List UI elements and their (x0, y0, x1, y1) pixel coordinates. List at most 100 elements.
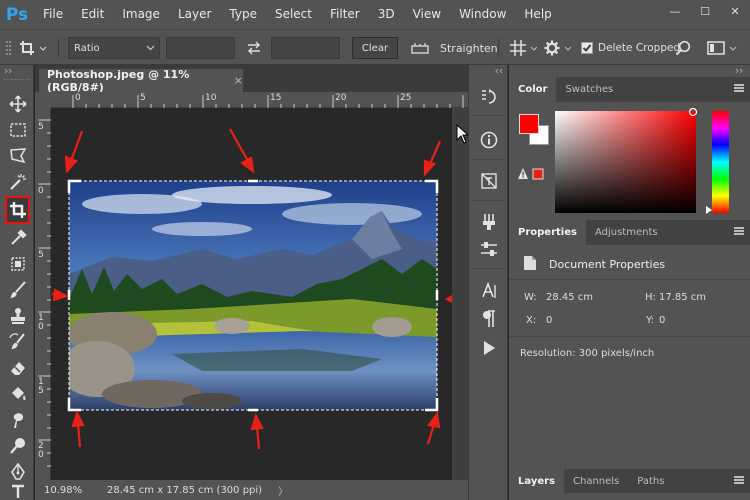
play-icon (484, 341, 495, 355)
menu-image[interactable]: Image (113, 0, 169, 29)
brush-tool[interactable] (5, 278, 30, 302)
character-panel-button[interactable] (477, 279, 501, 303)
close-button[interactable]: ✕ (720, 0, 750, 22)
tool-preset-picker[interactable] (18, 37, 52, 59)
adjustments-panel-button[interactable] (477, 237, 501, 261)
delete-cropped-checkbox[interactable] (581, 37, 595, 59)
horizontal-ruler[interactable]: 0 5 10 15 20 25 (51, 92, 468, 108)
tab-swatches[interactable]: Swatches (556, 77, 622, 102)
paragraph-icon (483, 310, 495, 327)
ratio-height-input[interactable] (271, 37, 340, 59)
ruler-origin[interactable] (35, 92, 51, 108)
maximize-button[interactable]: ☐ (690, 0, 720, 22)
document-tab-close-button[interactable]: × (234, 74, 243, 87)
clone-stamp-tool[interactable] (5, 304, 30, 328)
panel-menu-icon[interactable] (734, 227, 744, 235)
height-value: 17.85 cm (659, 292, 707, 303)
overlay-options-button[interactable] (507, 37, 529, 59)
sliders-icon (481, 242, 497, 256)
ruler-label: 10 (205, 93, 217, 103)
minimize-button[interactable]: — (660, 0, 690, 22)
brush-presets-button[interactable] (477, 210, 501, 234)
menu-window[interactable]: Window (450, 0, 515, 29)
delete-cropped-label[interactable]: Delete Cropped (598, 37, 680, 59)
tab-properties[interactable]: Properties (509, 220, 586, 245)
crop-settings-dropdown[interactable] (564, 37, 572, 59)
vertical-ruler[interactable]: 5 0 5 1 0 1 5 2 0 (35, 108, 51, 480)
zoom-level[interactable]: 10.98% (35, 485, 87, 496)
search-button[interactable] (674, 37, 692, 59)
menu-type[interactable]: Type (220, 0, 266, 29)
history-icon (482, 89, 496, 104)
tab-adjustments[interactable]: Adjustments (586, 220, 667, 245)
collapse-arrows-icon (495, 68, 503, 74)
crop-tool-preset-icon (20, 41, 47, 55)
x-value: 0 (546, 315, 553, 326)
crop-settings-button[interactable] (541, 37, 563, 59)
history-brush-icon (8, 333, 25, 349)
pen-tool[interactable] (5, 460, 30, 484)
eraser-icon (10, 362, 25, 375)
eraser-tool[interactable] (5, 356, 30, 380)
info-panel-button[interactable] (477, 128, 501, 152)
ruler-label: 5 (38, 122, 44, 132)
gamut-warning[interactable] (517, 167, 551, 181)
healing-brush-tool[interactable] (5, 252, 30, 276)
panel-menu-icon[interactable] (734, 476, 744, 484)
character-a-icon (482, 282, 496, 298)
workspace-dropdown[interactable] (729, 37, 739, 59)
lasso-tool[interactable] (5, 144, 30, 168)
marquee-tool[interactable] (5, 118, 30, 142)
grid-overlay-icon (510, 40, 526, 56)
magic-wand-tool[interactable] (5, 170, 30, 194)
overlay-options-dropdown[interactable] (530, 37, 538, 59)
eyedropper-tool[interactable] (5, 226, 30, 250)
status-menu-arrow[interactable]: 〉 (278, 483, 288, 498)
dodge-tool[interactable] (5, 434, 30, 458)
menu-edit[interactable]: Edit (72, 0, 113, 29)
menu-3d[interactable]: 3D (369, 0, 404, 29)
crop-tool[interactable] (5, 196, 30, 224)
menu-select[interactable]: Select (266, 0, 321, 29)
workspace-button[interactable] (705, 37, 727, 59)
blur-tool[interactable] (5, 408, 30, 432)
color-field[interactable] (555, 111, 696, 213)
panel-menu-icon[interactable] (734, 84, 744, 92)
swap-dimensions-button[interactable] (244, 37, 264, 59)
actions-panel-button[interactable] (477, 336, 501, 360)
polygonal-lasso-icon (9, 148, 26, 164)
menu-filter[interactable]: Filter (321, 0, 369, 29)
tab-channels[interactable]: Channels (564, 469, 628, 494)
ratio-select[interactable]: Ratio (68, 37, 160, 59)
paint-bucket-tool[interactable] (5, 382, 30, 406)
info-icon (480, 131, 498, 149)
menu-view[interactable]: View (404, 0, 450, 29)
document-tab[interactable]: Photoshop.jpeg @ 11% (RGB/8#) × (39, 68, 243, 94)
type-tool[interactable] (5, 483, 30, 499)
document-tab-bar: Photoshop.jpeg @ 11% (RGB/8#) × (35, 65, 468, 94)
paragraph-panel-button[interactable] (477, 307, 501, 331)
tab-layers[interactable]: Layers (509, 469, 564, 494)
eyedropper-icon (10, 229, 27, 245)
tab-color[interactable]: Color (509, 77, 557, 102)
hue-slider-handle[interactable] (705, 205, 713, 215)
y-label: Y: (646, 315, 655, 326)
clear-button[interactable]: Clear (352, 37, 398, 59)
foreground-color-swatch[interactable] (519, 114, 539, 134)
character-styles-button[interactable] (477, 169, 501, 193)
menu-file[interactable]: File (34, 0, 72, 29)
menu-help[interactable]: Help (515, 0, 560, 29)
tab-paths[interactable]: Paths (628, 469, 673, 494)
vertical-scrollbar[interactable] (452, 108, 468, 480)
crop-icon (9, 202, 26, 218)
straighten-label[interactable]: Straighten (440, 37, 498, 59)
y-value: 0 (659, 315, 666, 326)
menu-layer[interactable]: Layer (169, 0, 220, 29)
canvas-area[interactable] (52, 109, 452, 480)
straighten-icon-button[interactable] (410, 37, 430, 59)
hue-slider[interactable] (712, 111, 729, 213)
history-panel-button[interactable] (477, 85, 501, 109)
move-tool[interactable] (5, 92, 30, 116)
ratio-width-input[interactable] (166, 37, 235, 59)
history-brush-tool[interactable] (5, 330, 30, 354)
